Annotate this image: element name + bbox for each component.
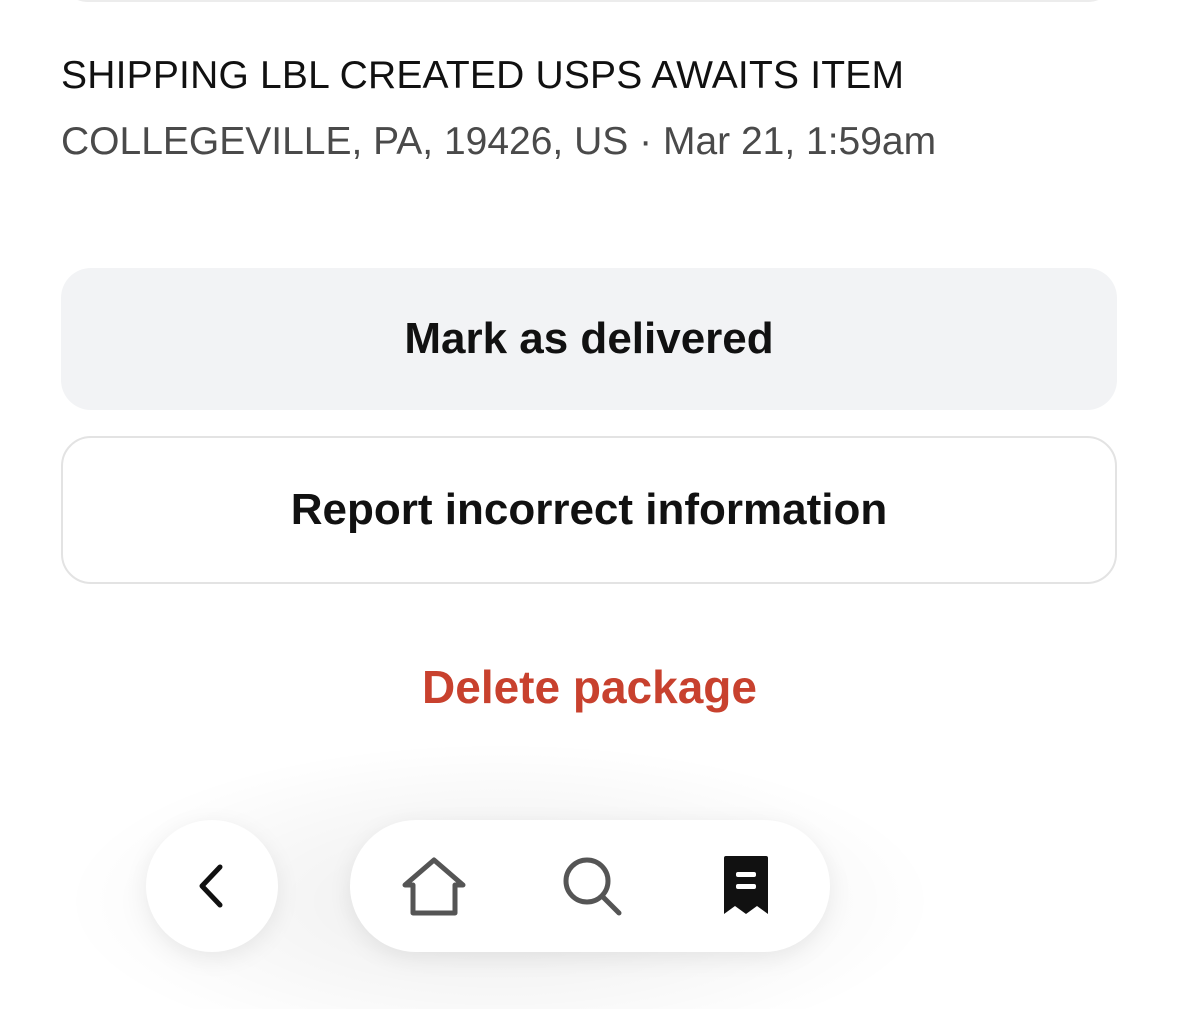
back-button[interactable] xyxy=(146,820,278,952)
nav-receipt[interactable] xyxy=(710,850,782,922)
receipt-icon xyxy=(724,856,768,914)
report-incorrect-information-button[interactable]: Report incorrect information xyxy=(61,436,1117,584)
meta-separator: · xyxy=(639,120,653,163)
home-icon xyxy=(402,857,466,916)
tracking-event-location: COLLEGEVILLE, PA, 19426, US xyxy=(61,120,629,163)
package-detail-screen: SHIPPING LBL CREATED USPS AWAITS ITEM CO… xyxy=(0,0,1179,1009)
tracking-event-timestamp: Mar 21, 1:59am xyxy=(662,120,937,163)
nav-search[interactable] xyxy=(556,850,628,922)
search-icon xyxy=(563,857,622,916)
bottom-nav-bar xyxy=(350,820,830,952)
chevron-left-icon xyxy=(199,864,223,908)
mark-as-delivered-button[interactable]: Mark as delivered xyxy=(61,268,1117,410)
delete-package-button[interactable]: Delete package xyxy=(0,660,1179,714)
previous-card-edge xyxy=(60,0,1116,2)
nav-home[interactable] xyxy=(398,850,470,922)
tracking-event-status: SHIPPING LBL CREATED USPS AWAITS ITEM xyxy=(61,54,905,97)
tracking-event-meta: COLLEGEVILLE, PA, 19426, US · Mar 21, 1:… xyxy=(61,120,936,164)
